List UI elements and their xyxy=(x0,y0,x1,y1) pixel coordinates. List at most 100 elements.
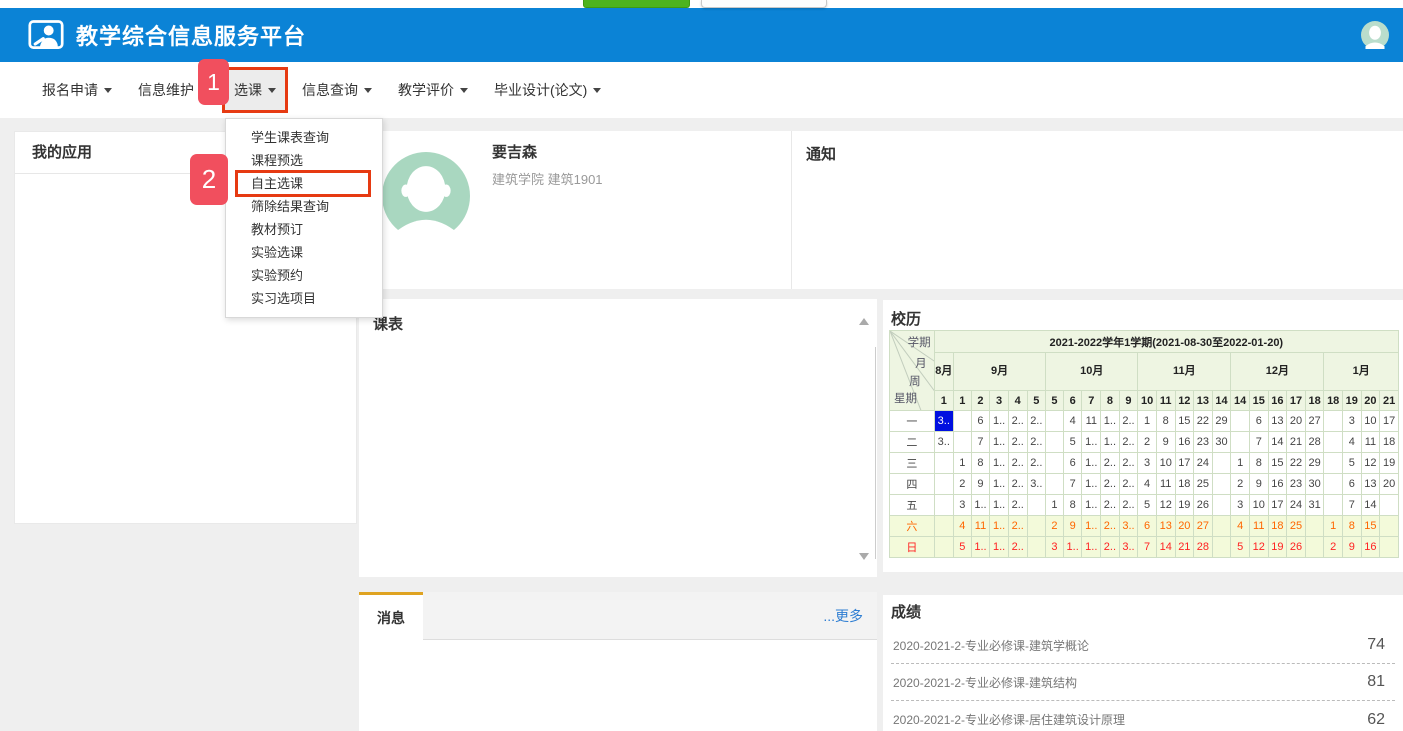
calendar-date-cell: 9 xyxy=(1249,474,1268,495)
calendar-date-cell: 25 xyxy=(1287,516,1306,537)
nav-item-label: 毕业设计(论文) xyxy=(494,80,587,100)
calendar-date-cell: 2.. xyxy=(1101,495,1120,516)
calendar-date-cell: 1.. xyxy=(1082,516,1101,537)
calendar-date-cell xyxy=(934,537,953,558)
nav-item-label: 信息查询 xyxy=(302,80,358,100)
calendar-date-cell: 12 xyxy=(1361,453,1380,474)
calendar-day-label: 四 xyxy=(890,474,935,495)
calendar-date-cell: 4 xyxy=(1138,474,1157,495)
calendar-date-cell xyxy=(1305,516,1324,537)
calendar-date-cell: 1.. xyxy=(971,495,990,516)
more-link[interactable]: ...更多 xyxy=(823,606,863,626)
vertical-divider xyxy=(791,131,792,289)
step-2-badge: 2 xyxy=(190,154,228,205)
calendar-date-cell xyxy=(934,453,953,474)
dropdown-item[interactable]: 实验选课 xyxy=(226,241,382,264)
calendar-date-cell: 4 xyxy=(1343,432,1362,453)
calendar-date-cell: 2.. xyxy=(1008,432,1027,453)
calendar-date-cell: 1 xyxy=(1046,495,1064,516)
nav-item-biye-sheji[interactable]: 毕业设计(论文) xyxy=(494,80,601,100)
confirm-button-partial[interactable] xyxy=(583,0,690,8)
calendar-date-cell: 16 xyxy=(1361,537,1380,558)
student-name: 要吉森 xyxy=(492,141,537,162)
calendar-date-cell: 18 xyxy=(1175,474,1194,495)
dropdown-item[interactable]: 教材预订 xyxy=(226,218,382,241)
calendar-date-cell xyxy=(1231,411,1250,432)
dropdown-item[interactable]: 实习选项目 xyxy=(226,287,382,310)
calendar-week-number: 20 xyxy=(1361,391,1380,411)
calendar-date-cell: 1.. xyxy=(1082,495,1101,516)
calendar-date-cell: 15 xyxy=(1361,516,1380,537)
calendar-date-cell: 11 xyxy=(1361,432,1380,453)
page: { "header": { "title": "教学综合信息服务平台" }, "… xyxy=(0,0,1403,731)
nav-item-xuanke[interactable]: 选课 xyxy=(222,67,288,113)
calendar-day-label: 五 xyxy=(890,495,935,516)
calendar-date-cell xyxy=(1380,537,1399,558)
calendar-day-label: 一 xyxy=(890,411,935,432)
tab-messages[interactable]: 消息 xyxy=(359,592,423,640)
calendar-date-cell: 23 xyxy=(1194,432,1213,453)
calendar-week-number: 6 xyxy=(1063,391,1082,411)
calendar-date-cell: 9 xyxy=(1063,516,1082,537)
calendar-date-cell: 2.. xyxy=(1101,537,1120,558)
calendar-week-number: 7 xyxy=(1082,391,1101,411)
calendar-date-cell: 1.. xyxy=(1082,474,1101,495)
grade-course-name: 2020-2021-2-专业必修课-建筑学概论 xyxy=(893,637,1089,654)
calendar-date-cell: 31 xyxy=(1305,495,1324,516)
calendar-date-cell: 7 xyxy=(1343,495,1362,516)
dropdown-item[interactable]: 实验预约 xyxy=(226,264,382,287)
calendar-date-cell: 1 xyxy=(1231,453,1250,474)
calendar-date-cell: 2.. xyxy=(1119,411,1138,432)
calendar-date-cell: 18 xyxy=(1380,432,1399,453)
schedule-panel: 课表 xyxy=(359,299,877,577)
calendar-date-cell xyxy=(1027,537,1046,558)
calendar-date-cell xyxy=(1027,516,1046,537)
grade-list: 2020-2021-2-专业必修课-建筑学概论742020-2021-2-专业必… xyxy=(891,627,1395,731)
calendar-date-cell: 2.. xyxy=(1101,516,1120,537)
nav-item-label: 选课 xyxy=(234,80,262,100)
calendar-date-cell: 2.. xyxy=(1008,495,1027,516)
calendar-month-header: 10月 xyxy=(1046,353,1138,391)
dropdown-item[interactable]: 筛除结果查询 xyxy=(226,195,382,218)
calendar-week-number: 19 xyxy=(1343,391,1362,411)
grade-score: 81 xyxy=(1367,673,1385,691)
calendar-date-cell xyxy=(1212,495,1231,516)
calendar-date-cell: 8 xyxy=(1343,516,1362,537)
scrollbar-track[interactable] xyxy=(875,347,876,559)
app-title: 教学综合信息服务平台 xyxy=(76,19,306,51)
user-avatar-icon[interactable] xyxy=(1361,21,1389,49)
calendar-date-cell: 13 xyxy=(1156,516,1175,537)
scroll-down-icon[interactable] xyxy=(859,553,869,565)
calendar-date-cell: 12 xyxy=(1156,495,1175,516)
cancel-button-partial[interactable] xyxy=(701,0,827,8)
calendar-date-cell: 1.. xyxy=(990,474,1009,495)
calendar-date-cell: 20 xyxy=(1380,474,1399,495)
top-cutoff-strip xyxy=(0,0,1403,8)
dropdown-item[interactable]: 学生课表查询 xyxy=(226,126,382,149)
calendar-date-cell xyxy=(1046,432,1064,453)
profile-panel: 要吉森 建筑学院 建筑1901 通知 xyxy=(359,131,1403,289)
corner-label: 学期 xyxy=(908,334,931,350)
calendar-date-cell: 16 xyxy=(1175,432,1194,453)
nav-item-xinxi-chaxun[interactable]: 信息查询 xyxy=(302,80,372,100)
dropdown-item[interactable]: 课程预选 xyxy=(226,149,382,172)
calendar-date-cell: 6 xyxy=(1138,516,1157,537)
calendar-date-cell: 19 xyxy=(1268,537,1287,558)
dropdown-item[interactable]: 自主选课 xyxy=(226,172,382,195)
calendar-date-cell: 17 xyxy=(1175,453,1194,474)
grade-score: 74 xyxy=(1367,636,1385,654)
nav-item-jiaoxue-pingjia[interactable]: 教学评价 xyxy=(398,80,468,100)
nav-item-baoming-shenqing[interactable]: 报名申请 xyxy=(42,80,112,100)
calendar-date-cell: 27 xyxy=(1194,516,1213,537)
calendar-week-number: 18 xyxy=(1305,391,1324,411)
calendar-week-number: 13 xyxy=(1194,391,1213,411)
calendar-date-cell: 3 xyxy=(1343,411,1362,432)
calendar-date-cell: 2.. xyxy=(1119,453,1138,474)
scroll-up-icon[interactable] xyxy=(859,313,869,325)
calendar-date-cell: 1.. xyxy=(1101,432,1120,453)
messages-panel: 消息 ...更多 xyxy=(359,592,877,731)
calendar-date-cell xyxy=(1305,537,1324,558)
grade-score: 62 xyxy=(1367,711,1385,729)
calendar-date-cell: 23 xyxy=(1287,474,1306,495)
calendar-date-cell: 15 xyxy=(1268,453,1287,474)
